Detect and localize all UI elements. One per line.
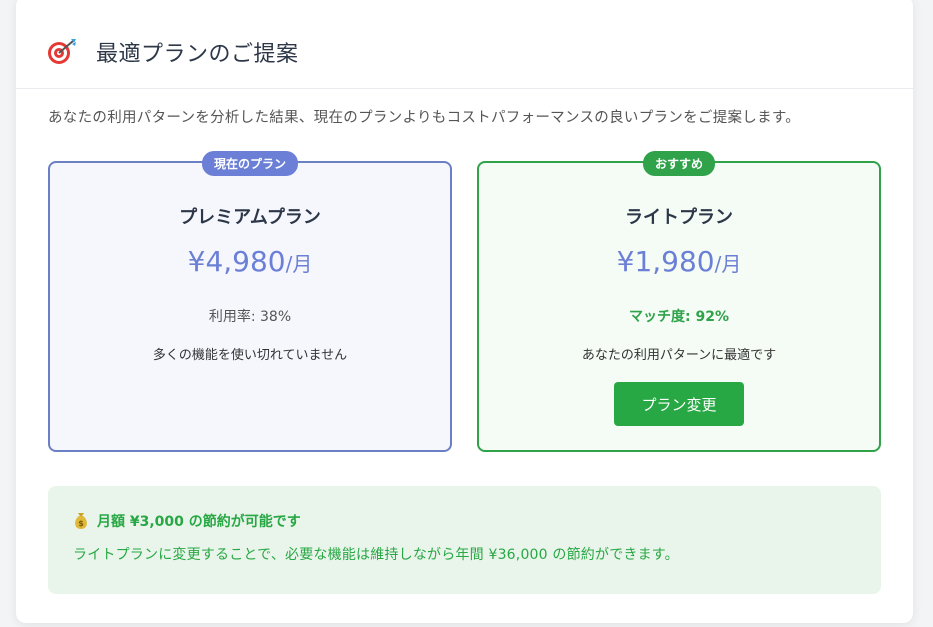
plan-note: あなたの利用パターンに最適です (581, 348, 777, 363)
price-amount: ¥4,980 (187, 245, 286, 278)
intro-text: あなたの利用パターンを分析した結果、現在のプランよりもコストパフォーマンスの良い… (48, 110, 801, 126)
savings-title-text: 月額 ¥3,000 の節約が可能です (97, 514, 301, 530)
usage-rate: 利用率: 38% (208, 309, 292, 325)
header-divider (16, 88, 913, 89)
savings-description: ライトプランに変更することで、必要な機能は維持しながら年間 ¥36,000 の節… (73, 547, 679, 563)
savings-panel: $ 月額 ¥3,000 の節約が可能です ライトプランに変更することで、必要な機… (48, 486, 881, 594)
svg-text:$: $ (78, 519, 84, 528)
change-plan-button[interactable]: プラン変更 (614, 382, 744, 426)
plan-price: ¥1,980/月 (479, 245, 879, 278)
card-header: 最適プランのご提案 (46, 36, 299, 68)
recommended-badge: おすすめ (642, 151, 716, 176)
plan-price: ¥4,980/月 (50, 245, 450, 278)
money-bag-icon: $ (73, 512, 89, 530)
current-plan-card: 現在のプラン プレミアムプラン ¥4,980/月 利用率: 38% 多くの機能を… (48, 151, 452, 452)
plan-suggestion-card: 最適プランのご提案 あなたの利用パターンを分析した結果、現在のプランよりもコスト… (16, 0, 913, 623)
plan-name: プレミアムプラン (179, 207, 321, 228)
plan-note: 多くの機能を使い切れていません (152, 348, 348, 363)
price-amount: ¥1,980 (616, 245, 715, 278)
plan-name: ライトプラン (625, 207, 733, 228)
price-unit: /月 (714, 252, 742, 276)
match-rate: マッチ度: 92% (629, 309, 729, 325)
savings-title: $ 月額 ¥3,000 の節約が可能です (73, 511, 301, 531)
page-title: 最適プランのご提案 (96, 42, 299, 67)
dart-target-icon (46, 38, 78, 66)
recommended-plan-card: おすすめ ライトプラン ¥1,980/月 マッチ度: 92% あなたの利用パター… (477, 151, 881, 452)
price-unit: /月 (285, 252, 313, 276)
current-plan-badge: 現在のプラン (201, 151, 299, 176)
